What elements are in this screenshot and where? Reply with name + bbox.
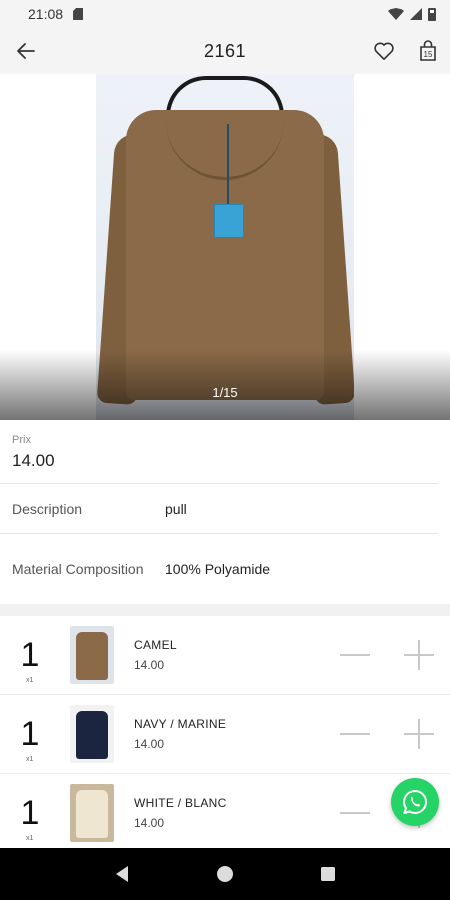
variant-info: CAMEL 14.00 <box>134 638 177 672</box>
quantity-multiplier: x1 <box>26 756 34 763</box>
arrow-left-icon <box>17 43 35 59</box>
product-image-gallery[interactable]: 1/15 <box>0 74 450 420</box>
circle-home-icon <box>216 866 233 882</box>
quantity-column: 1 x1 <box>0 774 60 852</box>
quantity-multiplier: x1 <box>26 835 34 842</box>
price-block: Prix 14.00 <box>0 420 438 484</box>
status-bar: 21:08 <box>0 0 450 28</box>
tag-string <box>227 124 229 206</box>
back-button[interactable] <box>0 28 52 74</box>
variant-info: NAVY / MARINE 14.00 <box>134 717 226 751</box>
variant-row: 1 x1 CAMEL 14.00 <box>0 616 450 695</box>
decrease-quantity-button[interactable] <box>340 798 370 828</box>
variant-thumbnail-fill <box>76 790 108 838</box>
status-time: 21:08 <box>28 6 64 22</box>
heart-icon <box>374 42 394 60</box>
section-divider <box>0 604 450 616</box>
nav-back-button[interactable] <box>102 854 142 894</box>
quantity-value: 1 <box>20 636 40 674</box>
favorite-button[interactable] <box>362 28 406 74</box>
system-navigation-bar <box>0 848 450 900</box>
increase-quantity-button[interactable] <box>404 719 434 749</box>
info-label: Description <box>12 500 83 517</box>
cart-button[interactable]: 15 <box>406 28 450 74</box>
variant-thumbnail-fill <box>76 711 108 759</box>
image-counter: 1/15 <box>212 385 238 400</box>
variant-row: 1 x1 NAVY / MARINE 14.00 <box>0 695 450 774</box>
sim-card-icon <box>73 8 84 20</box>
variant-thumbnail-fill <box>76 632 108 680</box>
battery-icon <box>428 7 436 21</box>
nav-recents-button[interactable] <box>308 854 348 894</box>
price-label: Prix <box>12 434 31 446</box>
product-details: Prix 14.00 Description pull Material Com… <box>0 420 450 853</box>
info-row-description: Description pull <box>0 484 438 534</box>
price-value: 14.00 <box>12 451 55 470</box>
signal-icon <box>410 8 422 20</box>
decrease-quantity-button[interactable] <box>340 719 370 749</box>
cart-count-badge: 15 <box>423 50 433 59</box>
app-bar: 2161 15 <box>0 28 450 74</box>
variant-info: WHITE / BLANC 14.00 <box>134 796 227 830</box>
variant-thumbnail <box>70 626 114 684</box>
triangle-back-icon <box>115 866 128 882</box>
product-screen: 21:08 2161 15 1/15 Prix 14.00 Descriptio… <box>0 0 450 900</box>
quantity-column: 1 x1 <box>0 695 60 773</box>
quantity-value: 1 <box>20 794 40 832</box>
whatsapp-button[interactable] <box>391 778 439 826</box>
wifi-icon <box>388 8 404 20</box>
info-label: Material Composition <box>12 561 144 577</box>
quantity-value: 1 <box>20 715 40 753</box>
nav-home-button[interactable] <box>205 854 245 894</box>
variant-price: 14.00 <box>134 737 165 751</box>
variant-row: 1 x1 WHITE / BLANC 14.00 <box>0 774 450 853</box>
app-actions: 15 <box>362 28 450 74</box>
variant-price: 14.00 <box>134 658 165 672</box>
info-row-material: Material Composition 100% Polyamide <box>0 534 438 604</box>
variant-price: 14.00 <box>134 816 165 830</box>
quantity-multiplier: x1 <box>26 677 34 684</box>
info-value: 100% Polyamide <box>165 561 271 577</box>
increase-quantity-button[interactable] <box>404 640 434 670</box>
whatsapp-icon <box>403 790 427 814</box>
variant-name: CAMEL <box>134 638 177 652</box>
info-value: pull <box>165 500 187 517</box>
variant-name: WHITE / BLANC <box>134 796 227 810</box>
variant-name: NAVY / MARINE <box>134 717 227 731</box>
square-recents-icon <box>321 867 336 881</box>
price-tag-graphic <box>214 204 244 238</box>
variant-thumbnail <box>70 784 114 842</box>
quantity-column: 1 x1 <box>0 616 60 694</box>
status-icons <box>388 7 436 21</box>
quantity-stepper <box>340 719 434 749</box>
quantity-stepper <box>340 640 434 670</box>
decrease-quantity-button[interactable] <box>340 640 370 670</box>
variant-thumbnail <box>70 705 114 763</box>
